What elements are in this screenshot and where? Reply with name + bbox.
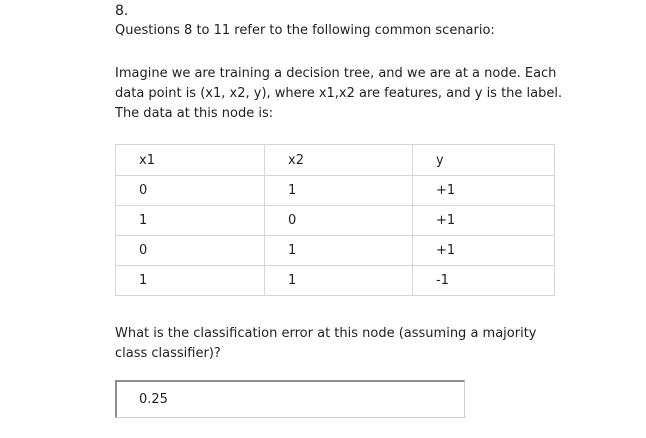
question-line: class classifier)?: [115, 346, 221, 361]
table-cell: 0: [264, 205, 413, 236]
table-row: 1 1 -1: [115, 265, 555, 296]
scenario-line: Imagine we are training a decision tree,…: [115, 66, 557, 81]
question-line: What is the classification error at this…: [115, 326, 537, 341]
column-header-x2: x2: [264, 144, 413, 176]
data-table: x1 x2 y 0 1 +1 1 0 +1 0 1 +1 1 1 -1: [115, 144, 555, 296]
answer-input[interactable]: [115, 380, 465, 418]
scenario-heading: Questions 8 to 11 refer to the following…: [115, 23, 495, 38]
table-header-row: x1 x2 y: [115, 144, 555, 176]
column-header-y: y: [412, 144, 555, 176]
column-header-x1: x1: [115, 144, 265, 176]
question-number: 8.: [115, 3, 129, 19]
table-cell: 1: [115, 265, 265, 296]
table-cell: +1: [412, 205, 555, 236]
question-text: What is the classification error at this…: [115, 324, 555, 364]
scenario-line: The data at this node is:: [115, 106, 274, 121]
table-cell: 0: [115, 175, 265, 206]
table-cell: +1: [412, 235, 555, 266]
table-row: 0 1 +1: [115, 235, 555, 266]
table-row: 0 1 +1: [115, 175, 555, 206]
table-cell: +1: [412, 175, 555, 206]
scenario-paragraph: Imagine we are training a decision tree,…: [115, 64, 575, 124]
table-cell: 0: [115, 235, 265, 266]
table-cell: 1: [264, 265, 413, 296]
scenario-line: data point is (x1, x2, y), where x1,x2 a…: [115, 86, 563, 101]
table-cell: 1: [115, 205, 265, 236]
table-row: 1 0 +1: [115, 205, 555, 236]
table-cell: -1: [412, 265, 555, 296]
table-cell: 1: [264, 235, 413, 266]
table-cell: 1: [264, 175, 413, 206]
